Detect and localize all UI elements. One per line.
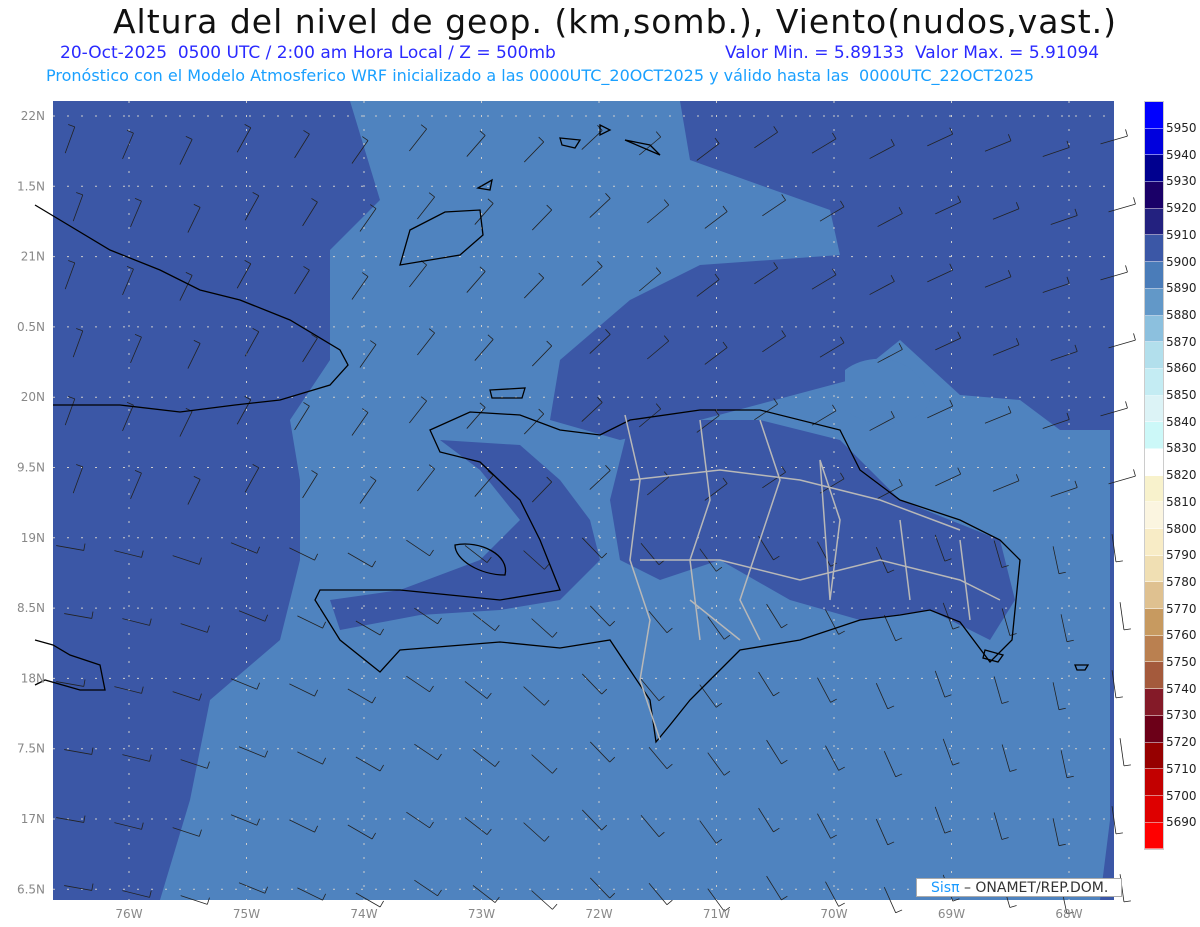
colorbar-swatch [1145, 662, 1163, 690]
colorbar-swatch [1145, 475, 1163, 503]
colorbar-label: 5910 [1166, 227, 1197, 242]
colorbar-label: 5720 [1166, 735, 1197, 750]
colorbar-swatch [1145, 262, 1163, 289]
colorbar-label: 5750 [1166, 655, 1197, 669]
colorbar-label: 5840 [1166, 414, 1197, 429]
colorbar-label: 5710 [1166, 761, 1197, 776]
lat-tick-label: 6.5N [17, 882, 45, 896]
colorbar-swatch [1145, 208, 1163, 236]
colorbar [1144, 101, 1164, 851]
lat-tick-label: 22N [21, 109, 45, 123]
colorbar-swatch [1145, 529, 1163, 556]
lat-tick-label: 17N [21, 812, 45, 826]
colorbar-swatch [1145, 395, 1163, 423]
colorbar-swatch [1145, 288, 1163, 316]
colorbar-swatch [1145, 689, 1163, 716]
weather-map: 76W 75W 74W 73W 72W 71W 70W 69W 68W 22N 1.5N 21N 0.5… [17, 101, 1136, 921]
colorbar-label: 5940 [1166, 147, 1197, 162]
colorbar-swatch [1145, 742, 1163, 770]
credit-text: – ONAMET/REP.DOM. [959, 880, 1109, 896]
colorbar-swatch [1145, 795, 1163, 823]
colorbar-swatch [1145, 102, 1163, 129]
colorbar-swatch [1145, 582, 1163, 610]
lat-tick-label: 21N [21, 250, 45, 264]
sispi-logo: Sisπ [931, 880, 960, 896]
colorbar-swatch [1145, 235, 1163, 263]
colorbar-swatch [1145, 635, 1163, 663]
colorbar-swatch [1145, 555, 1163, 583]
colorbar-label: 5870 [1166, 334, 1197, 349]
colorbar-label: 5790 [1166, 548, 1197, 563]
lat-tick-label: 9.5N [17, 461, 45, 475]
colorbar-swatch [1145, 769, 1163, 796]
colorbar-swatch [1145, 822, 1163, 850]
colorbar-label: 5760 [1166, 628, 1197, 643]
colorbar-label: 5880 [1166, 307, 1197, 322]
colorbar-swatch [1145, 502, 1163, 529]
lon-tick-label: 72W [585, 907, 612, 921]
lon-tick-label: 71W [703, 907, 730, 921]
colorbar-label: 5770 [1166, 601, 1197, 616]
colorbar-swatch [1145, 315, 1163, 343]
lon-tick-label: 76W [115, 907, 142, 921]
lat-tick-label: 20N [21, 390, 45, 404]
lat-tick-label: 1.5N [17, 179, 45, 193]
colorbar-swatch [1145, 342, 1163, 369]
colorbar-label: 5850 [1166, 388, 1197, 402]
lon-tick-label: 69W [938, 907, 965, 921]
colorbar-label: 5800 [1166, 521, 1197, 536]
credit-box: Sisπ – ONAMET/REP.DOM. [916, 878, 1122, 897]
colorbar-swatch [1145, 609, 1163, 636]
colorbar-label: 5780 [1166, 574, 1197, 589]
colorbar-label: 5950 [1166, 121, 1197, 135]
colorbar-label: 5860 [1166, 361, 1197, 376]
colorbar-label: 5730 [1166, 708, 1197, 723]
lon-tick-label: 68W [1055, 907, 1082, 921]
colorbar-swatch [1145, 182, 1163, 209]
lat-tick-label: 0.5N [17, 320, 45, 334]
colorbar-swatch [1145, 448, 1163, 476]
colorbar-label: 5690 [1166, 815, 1197, 830]
colorbar-label: 5930 [1166, 174, 1197, 189]
lat-tick-label: 19N [21, 531, 45, 545]
colorbar-label: 5900 [1166, 254, 1197, 269]
colorbar-label: 5920 [1166, 201, 1197, 216]
colorbar-label: 5700 [1166, 788, 1197, 803]
lon-tick-label: 70W [820, 907, 847, 921]
colorbar-swatch [1145, 422, 1163, 449]
colorbar-swatch [1145, 128, 1163, 156]
colorbar-swatch [1145, 155, 1163, 183]
lon-tick-label: 74W [350, 907, 377, 921]
colorbar-label: 5830 [1166, 441, 1197, 456]
lat-tick-label: 8.5N [17, 601, 45, 615]
lat-tick-label: 18N [21, 671, 45, 685]
lon-tick-label: 73W [468, 907, 495, 921]
wind-barb [1119, 738, 1131, 767]
colorbar-swatch [1145, 715, 1163, 743]
colorbar-label: 5740 [1166, 681, 1197, 696]
lat-tick-label: 7.5N [17, 742, 45, 756]
colorbar-swatch [1145, 368, 1163, 396]
lon-tick-label: 75W [233, 907, 260, 921]
colorbar-label: 5810 [1166, 494, 1197, 509]
wind-barb [1119, 602, 1131, 631]
colorbar-label: 5820 [1166, 468, 1197, 483]
colorbar-label: 5890 [1166, 281, 1197, 296]
